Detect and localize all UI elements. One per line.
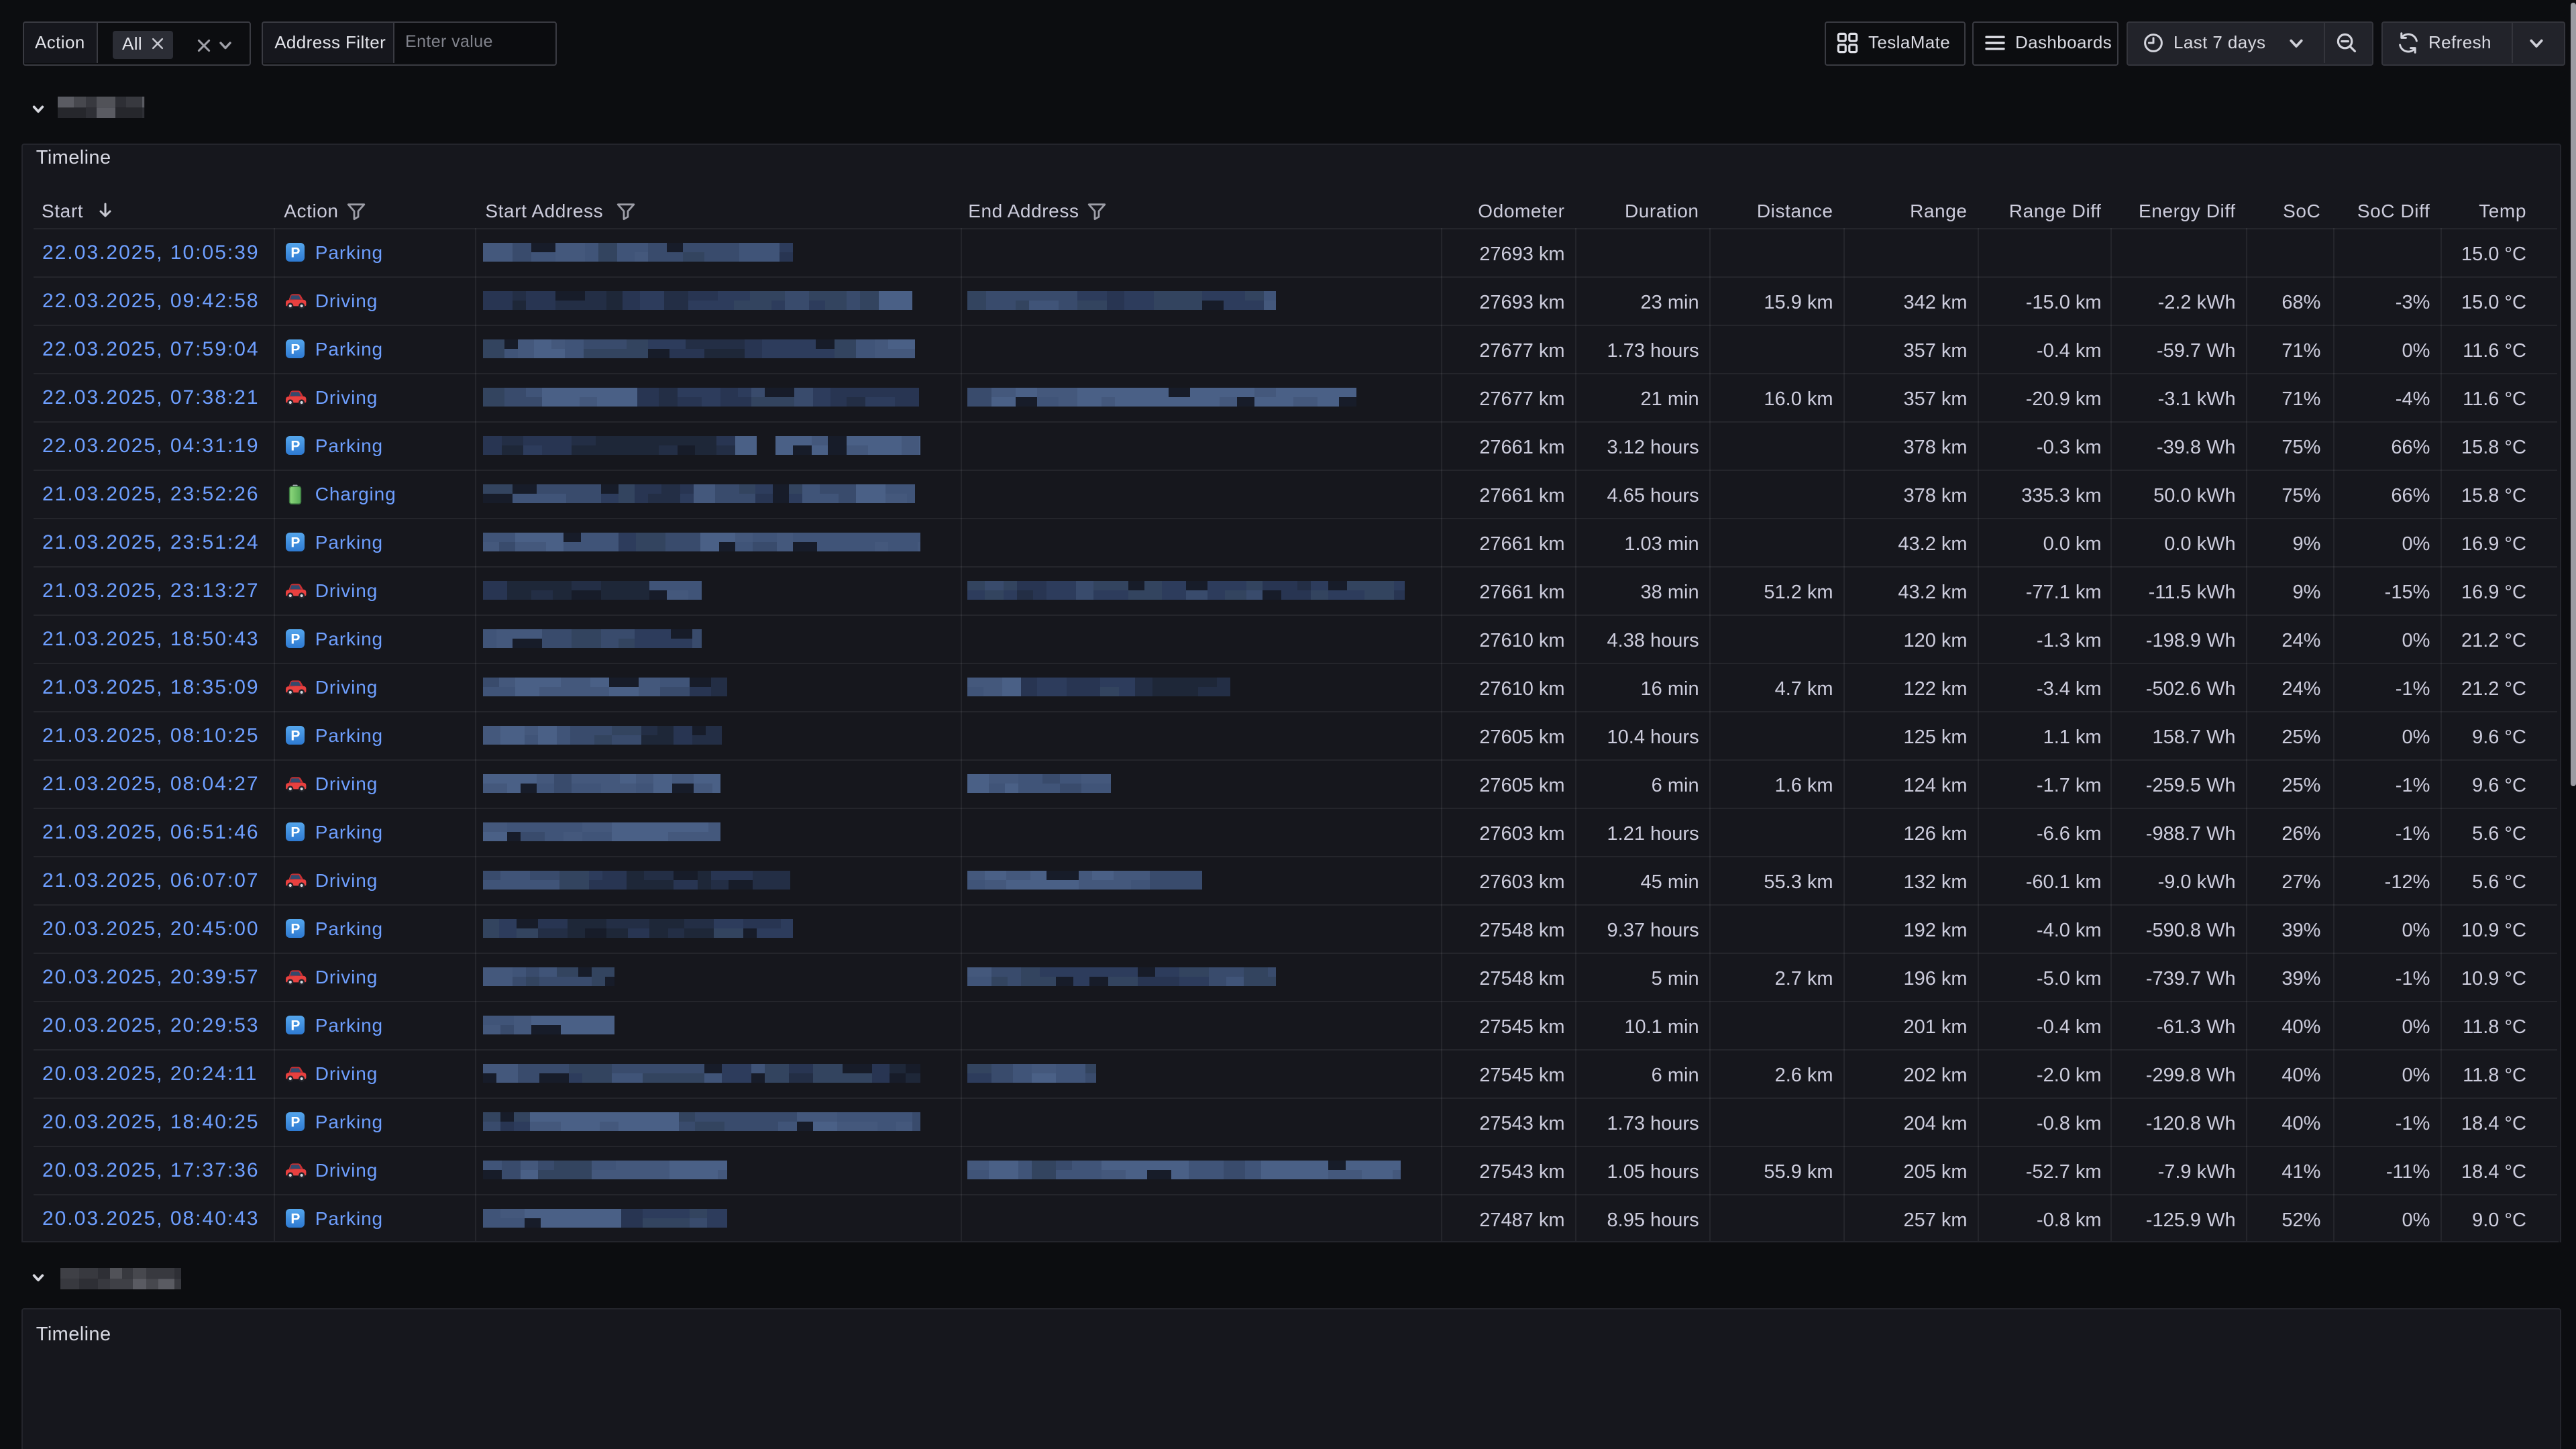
svg-text:P: P: [290, 1115, 300, 1130]
svg-text:P: P: [290, 439, 300, 454]
svg-text:P: P: [290, 1212, 300, 1227]
svg-text:P: P: [290, 922, 300, 937]
svg-text:P: P: [290, 246, 300, 261]
svg-text:P: P: [290, 729, 300, 744]
svg-text:P: P: [290, 535, 300, 551]
svg-text:P: P: [290, 825, 300, 841]
svg-text:P: P: [290, 632, 300, 647]
svg-text:P: P: [290, 342, 300, 358]
svg-text:P: P: [290, 1018, 300, 1034]
